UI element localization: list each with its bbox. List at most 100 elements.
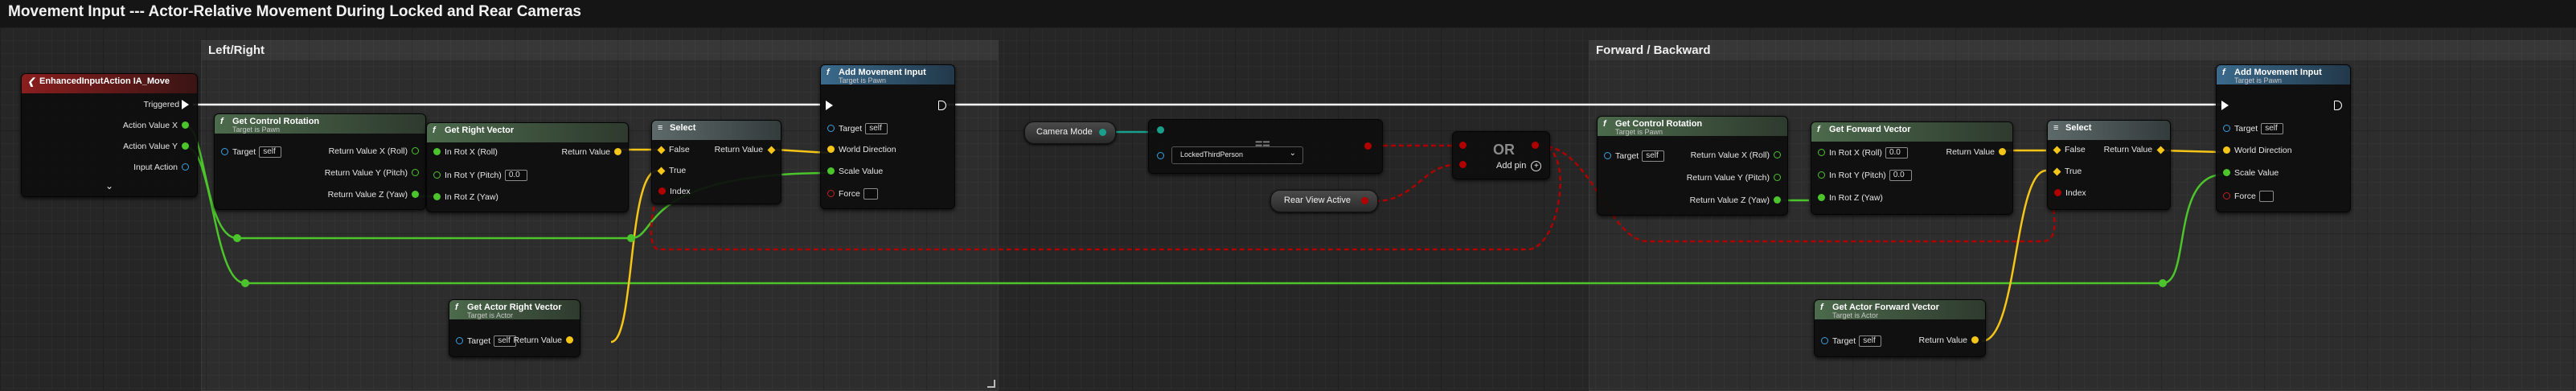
- pin-false[interactable]: False: [657, 145, 690, 154]
- pin-return-value[interactable]: Return Value: [1918, 335, 1979, 345]
- object-pin-icon: [182, 163, 189, 171]
- pin-scale-value[interactable]: Scale Value: [2223, 168, 2279, 178]
- pin-scale-value[interactable]: Scale Value: [827, 167, 883, 176]
- exec-pin-icon: [2221, 101, 2229, 111]
- node-get-right-vector[interactable]: f Get Right Vector In Rot X (Roll) Return…: [426, 122, 629, 212]
- add-pin-button[interactable]: Add pin +: [1496, 161, 1542, 171]
- pin-target[interactable]: Target self: [1821, 335, 1882, 347]
- float-pin-icon: [1774, 151, 1781, 159]
- pin-target[interactable]: Target self: [827, 123, 888, 134]
- node-header: f Get Actor Right Vector Target is Actor: [449, 300, 580, 319]
- node-get-actor-forward-vector[interactable]: f Get Actor Forward Vector Target is Actor…: [1814, 299, 1986, 357]
- node-header: f Get Right Vector: [427, 123, 628, 142]
- title-bar: Movement Input --- Actor-Relative Moveme…: [0, 0, 2576, 28]
- pin-return-x[interactable]: Return Value X (Roll): [329, 146, 419, 156]
- pin-return-value[interactable]: Return Value: [513, 335, 573, 345]
- pin-world-direction[interactable]: World Direction: [2223, 146, 2292, 155]
- enum-pin-icon[interactable]: [1099, 129, 1106, 136]
- bool-pin-icon[interactable]: [1364, 142, 1372, 150]
- node-get-actor-right-vector[interactable]: f Get Actor Right Vector Target is Actor T…: [449, 299, 580, 357]
- bool-pin-icon[interactable]: [1532, 142, 1539, 149]
- force-checkbox[interactable]: [2258, 191, 2274, 202]
- pin-action-value-y[interactable]: Action Value Y: [123, 142, 189, 151]
- wildcard-pin-icon: [767, 146, 776, 154]
- node-add-movement-input-forward[interactable]: f Add Movement Input Target is Pawn Target…: [2216, 64, 2351, 212]
- pin-return-y[interactable]: Return Value Y (Pitch): [1687, 173, 1781, 183]
- pin-return-value[interactable]: Return Value: [2104, 145, 2165, 154]
- pin-return-z[interactable]: Return Value Z (Yaw): [1690, 196, 1781, 205]
- node-get-control-rotation-forward[interactable]: f Get Control Rotation Target is Pawn Targ…: [1597, 116, 1788, 216]
- bool-pin-icon[interactable]: [1459, 142, 1466, 149]
- pin-index[interactable]: Index: [658, 187, 691, 196]
- pin-true[interactable]: True: [657, 166, 686, 175]
- bool-pin-icon[interactable]: [1361, 197, 1368, 204]
- pin-in-rot-y[interactable]: In Rot Y (Pitch) 0.0: [1818, 170, 1912, 181]
- exec-out-pin[interactable]: [2334, 101, 2342, 111]
- node-or-boolean[interactable]: OR Add pin +: [1452, 131, 1550, 179]
- node-get-control-rotation-left[interactable]: f Get Control Rotation Target is Pawn Targ…: [214, 113, 426, 210]
- vector-pin-icon: [1999, 148, 2006, 156]
- float-pin-icon: [433, 193, 441, 201]
- exec-out-pin[interactable]: [938, 101, 946, 111]
- node-header: f Get Control Rotation Target is Pawn: [1598, 117, 1787, 136]
- pin-return-x[interactable]: Return Value X (Roll): [1691, 150, 1781, 160]
- select-icon: ≡: [658, 123, 663, 133]
- pin-force[interactable]: Force: [827, 188, 878, 200]
- pin-in-rot-x[interactable]: In Rot X (Roll): [433, 147, 498, 157]
- expand-chevron-icon[interactable]: ⌄: [105, 180, 113, 191]
- node-equal-enum[interactable]: == LockedThirdPerson ⌄: [1148, 119, 1383, 174]
- node-get-forward-vector[interactable]: f Get Forward Vector In Rot X (Roll) 0.0 R…: [1811, 121, 2013, 215]
- pin-target[interactable]: Target self: [2223, 123, 2284, 134]
- pin-return-value[interactable]: Return Value: [561, 147, 621, 157]
- enum-dropdown[interactable]: LockedThirdPerson ⌄: [1171, 146, 1303, 164]
- exec-in-pin[interactable]: [826, 101, 833, 111]
- node-add-movement-input-left[interactable]: f Add Movement Input Target is Pawn Target…: [820, 64, 955, 209]
- pin-true[interactable]: True: [2053, 167, 2082, 176]
- pin-action-value-x[interactable]: Action Value X: [123, 121, 189, 130]
- pin-triggered[interactable]: Triggered: [144, 100, 189, 110]
- function-icon: f: [827, 68, 830, 77]
- pin-target[interactable]: Target self: [456, 335, 517, 347]
- function-icon: f: [2222, 68, 2225, 77]
- object-pin-icon: [827, 125, 835, 132]
- function-icon: f: [220, 117, 224, 126]
- pin-return-z[interactable]: Return Value Z (Yaw): [328, 190, 419, 200]
- graph-title: Movement Input --- Actor-Relative Moveme…: [8, 3, 581, 20]
- float-pin-icon: [2223, 169, 2230, 177]
- wildcard-pin-icon: [2156, 146, 2165, 154]
- float-pin-icon: [433, 148, 441, 156]
- pin-false[interactable]: False: [2053, 145, 2086, 154]
- node-select-left[interactable]: ≡ Select False Return Value True Index: [651, 120, 781, 204]
- node-camera-mode-variable[interactable]: Camera Mode: [1024, 121, 1116, 144]
- pin-in-rot-y[interactable]: In Rot Y (Pitch) 0.0: [433, 170, 527, 181]
- pin-return-value[interactable]: Return Value: [715, 145, 776, 154]
- pin-return-value[interactable]: Return Value: [1946, 147, 2006, 157]
- bool-pin-icon[interactable]: [1459, 161, 1466, 168]
- pin-world-direction[interactable]: World Direction: [827, 145, 896, 154]
- pin-return-y[interactable]: Return Value Y (Pitch): [325, 168, 419, 178]
- bool-pin-icon: [2223, 192, 2230, 200]
- vector-pin-icon: [1971, 336, 1979, 344]
- force-checkbox[interactable]: [863, 188, 878, 200]
- float-pin-icon: [1774, 174, 1781, 182]
- pin-target[interactable]: Target self: [1604, 150, 1665, 162]
- pin-in-rot-x[interactable]: In Rot X (Roll) 0.0: [1818, 147, 1908, 158]
- object-pin-icon: [456, 337, 463, 344]
- enum-pin-icon[interactable]: [1157, 126, 1164, 134]
- function-icon: f: [1603, 119, 1606, 129]
- pin-in-rot-z[interactable]: In Rot Z (Yaw): [433, 192, 498, 202]
- wildcard-pin-icon: [657, 167, 666, 175]
- node-header: ≡ Select: [2048, 121, 2170, 140]
- node-enhanced-input-action[interactable]: ❮ EnhancedInputAction IA_Move Triggered A…: [21, 73, 198, 197]
- pin-index[interactable]: Index: [2054, 188, 2086, 198]
- node-rear-view-active-variable[interactable]: Rear View Active: [1270, 190, 1378, 212]
- pin-force[interactable]: Force: [2223, 191, 2274, 202]
- pin-target[interactable]: Target self: [221, 146, 282, 158]
- pin-input-action[interactable]: Input Action: [133, 163, 189, 172]
- exec-in-pin[interactable]: [2221, 101, 2229, 111]
- node-select-forward[interactable]: ≡ Select False Return Value True Index: [2047, 120, 2171, 210]
- float-pin-icon: [827, 167, 835, 175]
- bool-pin-icon: [658, 187, 666, 196]
- exec-pin-icon: [938, 101, 946, 111]
- pin-in-rot-z[interactable]: In Rot Z (Yaw): [1818, 193, 1883, 203]
